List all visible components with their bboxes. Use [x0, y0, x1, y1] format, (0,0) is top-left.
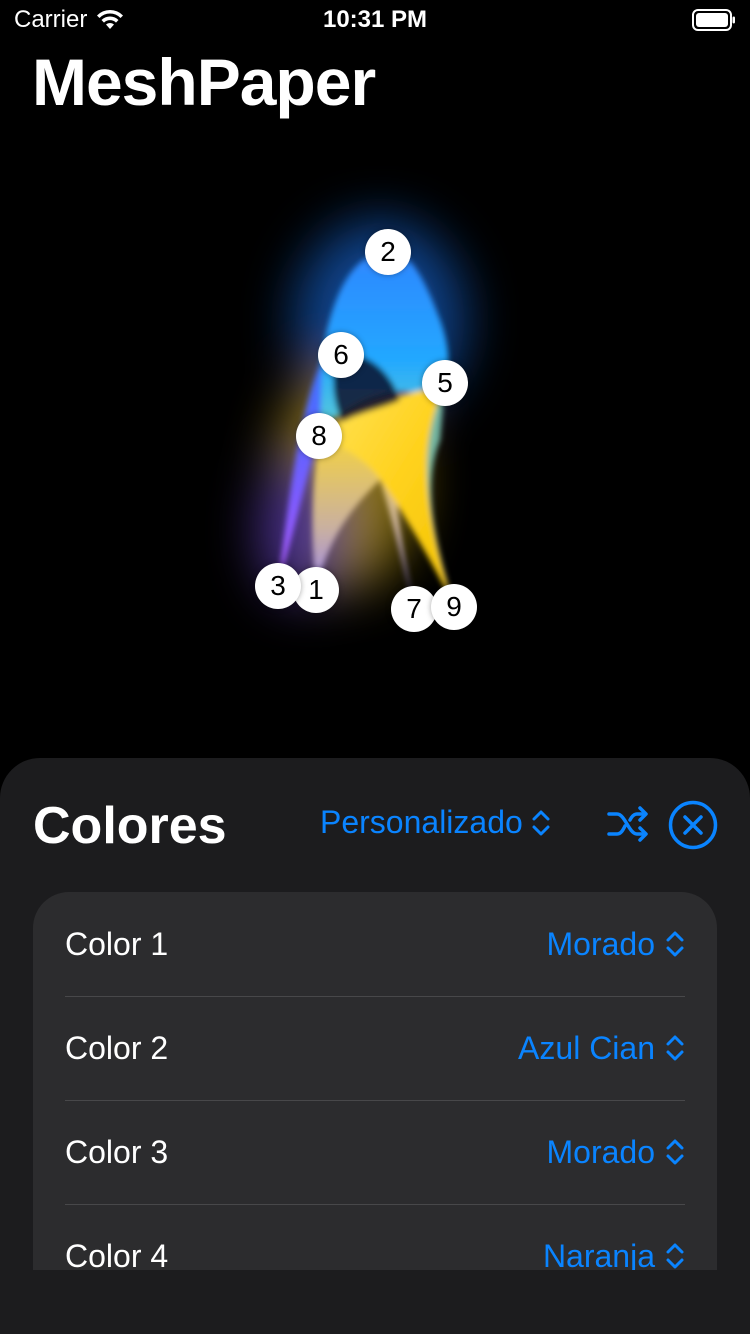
mesh-handle-8[interactable]: 8 — [296, 413, 342, 459]
color-row-3[interactable]: Color 3 Morado — [33, 1100, 717, 1204]
color-picker-1[interactable]: Morado — [547, 926, 686, 963]
mesh-handle-5[interactable]: 5 — [422, 360, 468, 406]
color-picker-value: Naranja — [542, 1237, 655, 1274]
color-row-1[interactable]: Color 1 Morado — [33, 892, 717, 996]
color-picker-value: Morado — [546, 1133, 656, 1170]
close-circle-icon[interactable] — [668, 800, 718, 850]
preset-picker[interactable]: Personalizado — [320, 804, 551, 841]
color-picker-3[interactable]: Morado — [547, 1134, 686, 1171]
mesh-handle-6[interactable]: 6 — [318, 332, 364, 378]
color-row-2[interactable]: Color 2 Azul Cian — [33, 996, 717, 1100]
color-list: Color 1 Morado Color 2 Azul Cian Color 3… — [33, 892, 717, 1334]
chevron-up-down-icon — [666, 1035, 684, 1061]
status-time: 10:31 PM — [322, 6, 428, 33]
sheet-title: Colores — [33, 797, 227, 855]
color-row-label: Color 2 — [65, 1029, 169, 1066]
shuffle-icon[interactable] — [607, 806, 649, 842]
color-row-label: Color 1 — [65, 925, 169, 962]
sheet-bottom-bar — [0, 1270, 750, 1334]
mesh-handle-9[interactable]: 9 — [431, 584, 477, 630]
battery-icon — [692, 9, 735, 31]
chevron-up-down-icon — [666, 1243, 684, 1269]
color-row-label: Color 3 — [65, 1133, 169, 1170]
color-picker-4[interactable]: Naranja — [543, 1238, 685, 1275]
mesh-handle-3[interactable]: 3 — [255, 563, 301, 609]
color-row-label: Color 4 — [65, 1237, 169, 1274]
color-picker-2[interactable]: Azul Cian — [518, 1030, 685, 1067]
mesh-canvas[interactable]: 1 2 3 5 6 7 8 9 — [0, 150, 750, 710]
chevron-up-down-icon — [532, 810, 550, 835]
status-bar: Carrier 10:31 PM — [0, 0, 750, 40]
colors-sheet: Colores Personalizado Color 1 Morado Col… — [0, 758, 750, 1334]
color-picker-value: Morado — [546, 925, 656, 962]
color-picker-value: Azul Cian — [518, 1029, 655, 1066]
chevron-up-down-icon — [666, 931, 684, 957]
chevron-up-down-icon — [666, 1139, 684, 1165]
preset-picker-label: Personalizado — [320, 804, 523, 840]
app-title: MeshPaper — [32, 45, 376, 119]
mesh-handle-2[interactable]: 2 — [365, 229, 411, 275]
screen: Carrier 10:31 PM MeshPaper 1 2 3 5 6 7 8… — [0, 0, 750, 1334]
